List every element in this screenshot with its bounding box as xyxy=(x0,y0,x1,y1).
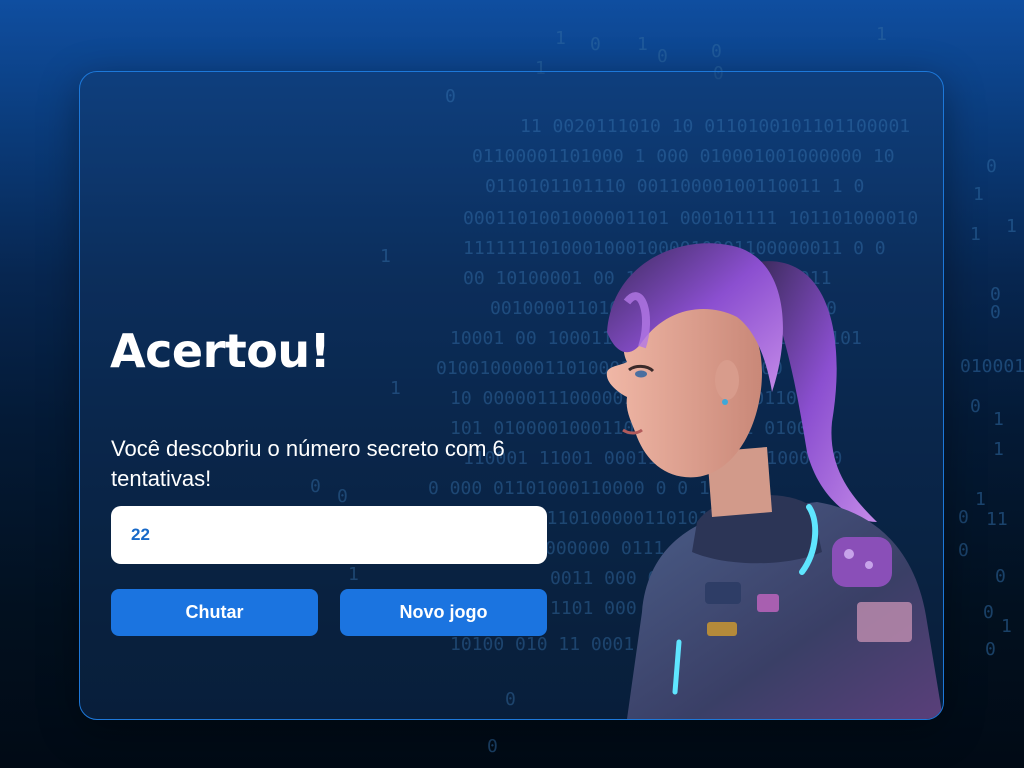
svg-text:0: 0 xyxy=(711,41,722,62)
game-card: 0 11 0020111010 10 0110100101101100001 0… xyxy=(79,71,944,720)
svg-text:11 0020111010 10 0110100101101: 11 0020111010 10 0110100101101100001 xyxy=(520,116,910,137)
result-heading: Acertou! xyxy=(110,324,331,378)
guess-button[interactable]: Chutar xyxy=(111,589,318,636)
svg-text:1: 1 xyxy=(993,439,1004,460)
svg-text:0110101101110 0011000010011: 0110101101110 00110000100110011 1 0 xyxy=(485,176,864,197)
svg-text:0: 0 xyxy=(445,86,456,107)
svg-text:0: 0 xyxy=(990,302,1001,323)
guess-input[interactable] xyxy=(111,506,547,564)
svg-text:1: 1 xyxy=(1001,616,1012,637)
svg-text:1: 1 xyxy=(390,378,401,399)
svg-text:0: 0 xyxy=(985,639,996,660)
svg-text:1: 1 xyxy=(973,184,984,205)
svg-text:1: 1 xyxy=(637,34,648,55)
svg-text:1: 1 xyxy=(380,246,391,267)
svg-text:1: 1 xyxy=(970,224,981,245)
svg-text:0: 0 xyxy=(970,396,981,417)
svg-text:0: 0 xyxy=(958,540,969,561)
svg-text:0: 0 xyxy=(657,46,668,67)
svg-text:0: 0 xyxy=(590,34,601,55)
svg-text:1: 1 xyxy=(555,28,566,49)
astronaut-girl-illustration xyxy=(606,243,943,719)
svg-text:0: 0 xyxy=(995,566,1006,587)
svg-text:1: 1 xyxy=(993,409,1004,430)
svg-text:1: 1 xyxy=(975,489,986,510)
svg-text:0: 0 xyxy=(983,602,994,623)
svg-text:0: 0 xyxy=(487,736,498,757)
svg-text:0: 0 xyxy=(958,507,969,528)
svg-text:0100011: 0100011 xyxy=(960,356,1024,377)
svg-text:1: 1 xyxy=(876,24,887,45)
svg-text:0: 0 xyxy=(505,689,516,710)
svg-text:1: 1 xyxy=(348,564,359,585)
svg-text:0: 0 xyxy=(986,156,997,177)
new-game-button[interactable]: Novo jogo xyxy=(340,589,547,636)
result-message: Você descobriu o número secreto com 6 te… xyxy=(111,436,505,491)
svg-text:0: 0 xyxy=(990,284,1001,305)
svg-text:1: 1 xyxy=(1006,216,1017,237)
svg-text:11: 11 xyxy=(986,509,1008,530)
svg-text:01100001101000 1 000 01000100: 01100001101000 1 000 010001001000000 10 xyxy=(472,146,895,167)
